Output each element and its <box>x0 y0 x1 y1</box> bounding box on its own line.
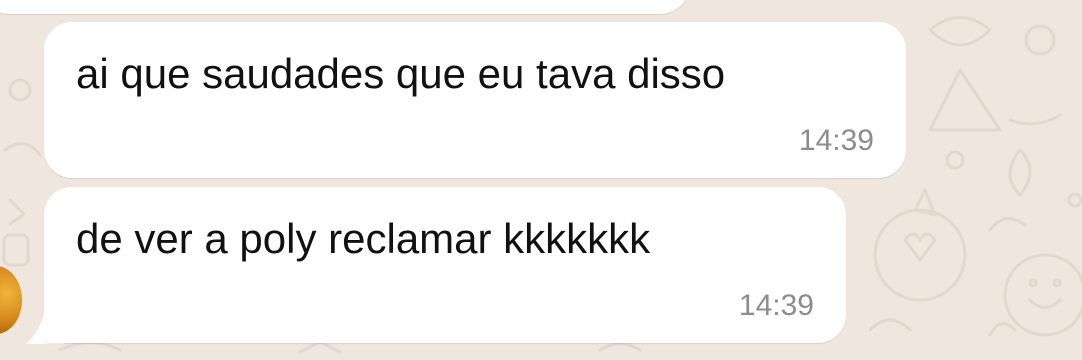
message-timestamp: 14:39 <box>738 289 814 322</box>
message-text: de ver a poly reclamar kkkkkkk <box>76 215 651 262</box>
message-bubble[interactable]: ai que saudades que eu tava disso 14:39 <box>44 22 906 178</box>
message-timestamp: 14:39 <box>798 124 874 157</box>
previous-message-bubble <box>0 0 690 14</box>
message-text: ai que saudades que eu tava disso <box>76 50 726 97</box>
message-bubble[interactable]: de ver a poly reclamar kkkkkkk 14:39 <box>44 187 846 343</box>
